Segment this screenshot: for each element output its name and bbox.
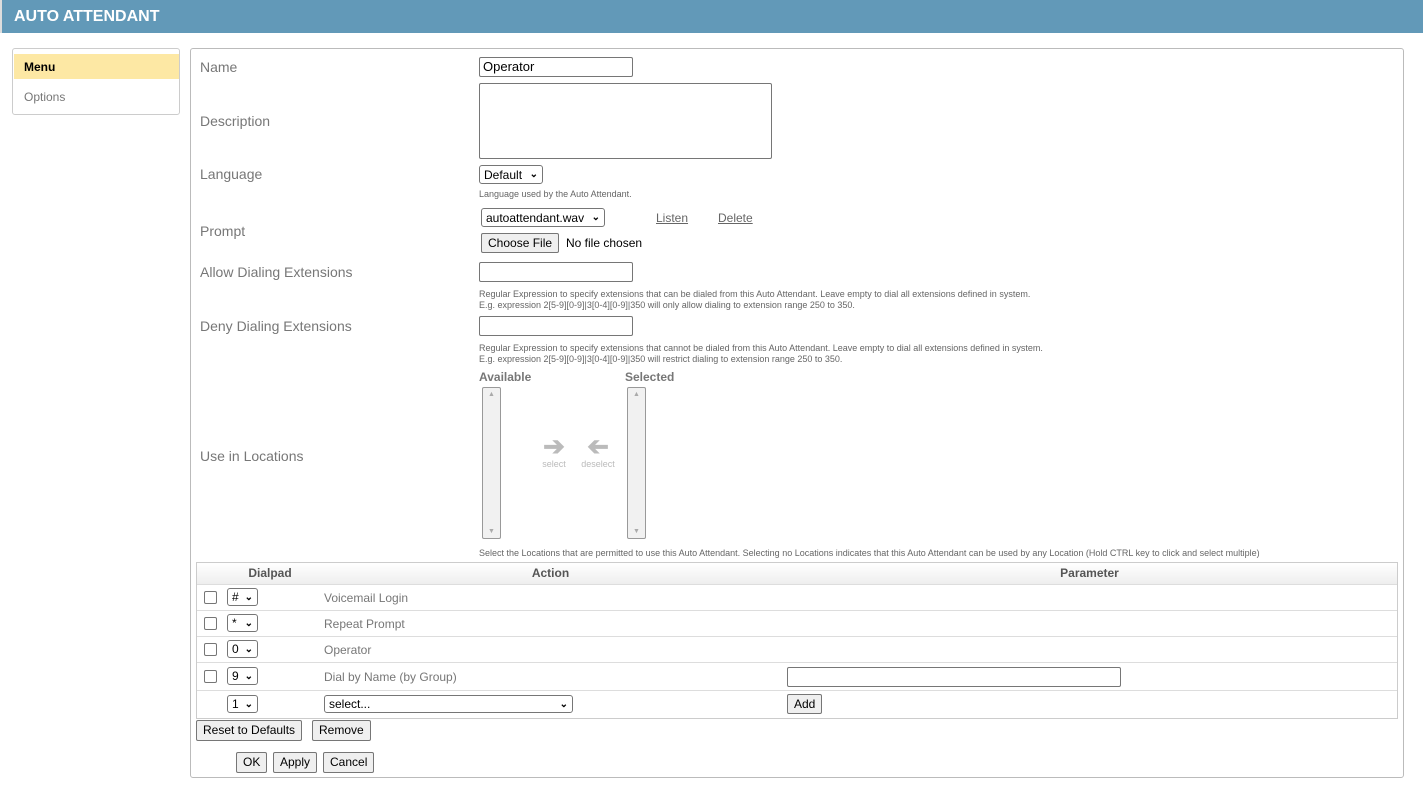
chevron-down-icon: ⌄ [529,169,538,180]
chevron-down-icon: ⌄ [244,617,253,629]
row-checkbox[interactable] [204,670,217,683]
remove-button[interactable]: Remove [312,720,371,741]
selected-heading: Selected [625,370,675,384]
allow-hint-2: E.g. expression 2[5-9][0-9]|3[0-4][0-9]|… [479,300,855,310]
scroll-up-icon[interactable]: ▲ [633,391,640,398]
new-row: 1 ⌄ select... ⌄ Add [197,690,1397,718]
description-label: Description [200,113,271,129]
sidebar: Menu Options [12,48,180,115]
arrow-left-icon: ➔ [587,431,609,461]
action-text: Dial by Name (by Group) [324,670,457,684]
row-checkbox[interactable] [204,643,217,656]
prompt-select[interactable]: autoattendant.wav ⌄ [481,208,605,227]
dialpad-select[interactable]: 9 ⌄ [227,667,258,685]
arrow-right-icon: ➔ [543,431,565,461]
parameter-input[interactable] [787,667,1121,687]
header-dialpad: Dialpad [221,563,319,584]
action-text: Repeat Prompt [324,617,405,631]
dialpad-value: 0 [232,642,239,656]
listen-link[interactable]: Listen [656,211,688,225]
description-textarea[interactable] [479,83,772,159]
dialpad-table: Dialpad Action Parameter # ⌄ Voicemail Lo… [196,562,1398,719]
language-value: Default [484,167,523,182]
prompt-value: autoattendant.wav [486,210,585,225]
dialpad-select[interactable]: # ⌄ [227,588,258,606]
locations-hint: Select the Locations that are permitted … [479,548,1260,558]
chevron-down-icon: ⌄ [591,212,600,223]
name-label: Name [200,59,238,75]
sidebar-item-menu[interactable]: Menu [14,54,179,79]
action-text: Operator [324,643,372,657]
available-heading: Available [479,370,532,384]
page-title: AUTO ATTENDANT [14,8,160,25]
row-checkbox[interactable] [204,591,217,604]
page-header: AUTO ATTENDANT [0,0,1423,33]
new-action-select[interactable]: select... ⌄ [324,695,573,713]
header-checkbox [197,563,221,584]
chevron-down-icon: ⌄ [244,698,253,710]
dialpad-select[interactable]: * ⌄ [227,614,258,632]
choose-file-button[interactable]: Choose File [481,233,560,253]
deny-hint-1: Regular Expression to specify extensions… [479,343,1043,353]
ok-button[interactable]: OK [236,752,268,773]
header-action: Action [319,563,782,584]
header-parameter: Parameter [782,563,1397,584]
chevron-down-icon: ⌄ [244,643,253,655]
deny-input[interactable] [479,316,633,336]
cancel-button[interactable]: Cancel [323,752,375,773]
dialpad-value: # [232,590,239,604]
add-button[interactable]: Add [787,694,823,714]
delete-link[interactable]: Delete [718,211,753,225]
chevron-down-icon: ⌄ [559,698,568,710]
scroll-down-icon[interactable]: ▼ [488,528,495,535]
allow-hint-1: Regular Expression to specify extensions… [479,289,1031,299]
table-row: 0 ⌄ Operator [197,636,1397,662]
apply-button[interactable]: Apply [273,752,318,773]
table-row: # ⌄ Voicemail Login [197,584,1397,610]
language-hint: Language used by the Auto Attendant. [479,189,632,199]
allow-input[interactable] [479,262,633,282]
prompt-label: Prompt [200,223,246,239]
deny-hint-2: E.g. expression 2[5-9][0-9]|3[0-4][0-9]|… [479,354,843,364]
available-listbox[interactable]: ▲ ▼ [482,387,501,539]
action-text: Voicemail Login [324,591,409,605]
new-dialpad-select[interactable]: 1 ⌄ [227,695,258,713]
selected-listbox[interactable]: ▲ ▼ [627,387,646,539]
name-input[interactable]: Operator [479,57,633,77]
row-checkbox[interactable] [204,617,217,630]
reset-defaults-button[interactable]: Reset to Defaults [196,720,303,741]
no-file-text: No file chosen [566,236,643,250]
scroll-down-icon[interactable]: ▼ [633,528,640,535]
dialpad-value: * [232,616,237,630]
locations-label: Use in Locations [200,448,304,464]
sidebar-item-options[interactable]: Options [14,84,179,109]
chevron-down-icon: ⌄ [244,591,253,603]
language-select[interactable]: Default ⌄ [479,165,543,184]
deselect-button[interactable]: ➔ deselect [576,431,620,469]
select-label: select [542,459,566,469]
table-row: 9 ⌄ Dial by Name (by Group) [197,662,1397,690]
language-label: Language [200,166,263,182]
select-button[interactable]: ➔ select [538,433,570,469]
scroll-up-icon[interactable]: ▲ [488,391,495,398]
action-value: select... [329,697,371,711]
table-row: * ⌄ Repeat Prompt [197,610,1397,636]
chevron-down-icon: ⌄ [244,670,253,682]
dialpad-select[interactable]: 0 ⌄ [227,640,258,658]
dialpad-value: 9 [232,669,239,683]
dialpad-value: 1 [232,697,239,711]
deny-label: Deny Dialing Extensions [200,318,352,334]
allow-label: Allow Dialing Extensions [200,264,353,280]
